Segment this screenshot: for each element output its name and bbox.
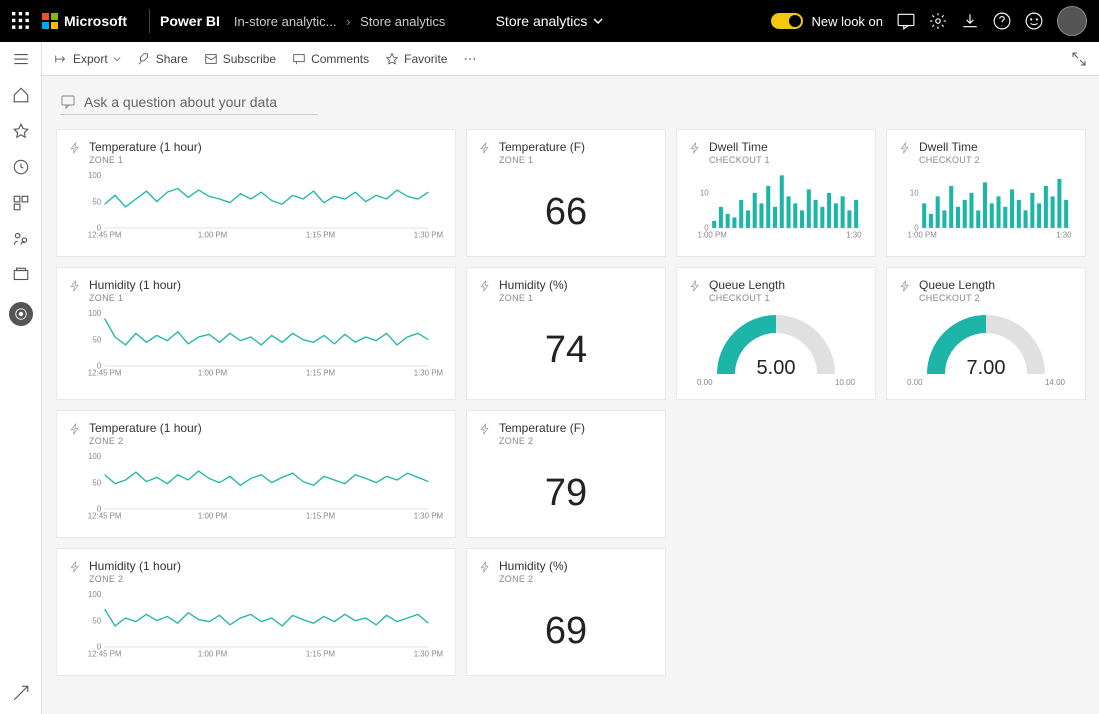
svg-text:1:00 PM: 1:00 PM	[198, 512, 227, 521]
share-button[interactable]: Share	[137, 52, 188, 66]
tile-humpct-zone2[interactable]: Humidity (%)ZONE 269	[466, 548, 666, 676]
svg-text:1:30 PM: 1:30 PM	[414, 512, 443, 521]
dashboard-content: Ask a question about your data Temperatu…	[42, 76, 1099, 688]
fullscreen-icon[interactable]	[1071, 51, 1087, 67]
svg-text:1:15 PM: 1:15 PM	[306, 512, 335, 521]
svg-text:12:45 PM: 12:45 PM	[88, 650, 122, 659]
svg-text:1:15 PM: 1:15 PM	[306, 650, 335, 659]
svg-text:1:00 PM: 1:00 PM	[198, 231, 227, 240]
tile-queue-c1[interactable]: Queue LengthCHECKOUT 1 5.00 0.00 10.00	[676, 267, 876, 400]
svg-text:1:30 PM: 1:30 PM	[414, 650, 443, 659]
recent-icon[interactable]	[12, 158, 30, 176]
subscribe-button[interactable]: Subscribe	[204, 52, 276, 66]
svg-text:5.00: 5.00	[757, 357, 796, 379]
svg-text:1:00 PM: 1:00 PM	[907, 231, 936, 240]
favorite-label: Favorite	[404, 52, 447, 66]
current-workspace-icon[interactable]	[9, 302, 33, 326]
gear-icon[interactable]	[929, 12, 947, 30]
powerbi-label[interactable]: Power BI	[160, 13, 220, 29]
tile-tempf-zone1[interactable]: Temperature (F)ZONE 166	[466, 129, 666, 257]
tile-temp-zone2[interactable]: Temperature (1 hour)ZONE 205010012:45 PM…	[56, 410, 456, 538]
chevron-down-icon	[113, 55, 121, 63]
star-icon[interactable]	[12, 122, 30, 140]
new-look-toggle[interactable]: New look on	[771, 13, 883, 29]
svg-text:1:15 PM: 1:15 PM	[306, 231, 335, 240]
tile-dwell-c1[interactable]: Dwell TimeCHECKOUT 10101:00 PM1:30 PM	[676, 129, 876, 257]
svg-text:50: 50	[92, 197, 101, 206]
hamburger-icon[interactable]	[12, 50, 30, 68]
svg-text:50: 50	[92, 335, 101, 344]
chevron-down-icon	[593, 16, 603, 26]
tile-tempf-zone2[interactable]: Temperature (F)ZONE 279	[466, 410, 666, 538]
dashboard-grid: Temperature (1 hour)ZONE 105010012:45 PM…	[56, 129, 1085, 676]
download-icon[interactable]	[961, 12, 979, 30]
svg-text:10: 10	[910, 189, 919, 198]
help-icon[interactable]	[993, 12, 1011, 30]
svg-text:100: 100	[88, 171, 102, 180]
header-divider	[149, 9, 150, 33]
svg-text:7.00: 7.00	[967, 357, 1006, 379]
get-data-icon[interactable]	[12, 684, 30, 702]
shared-icon[interactable]	[12, 230, 30, 248]
svg-text:1:30 PM: 1:30 PM	[846, 231, 863, 240]
qa-input[interactable]: Ask a question about your data	[60, 94, 318, 115]
side-nav	[0, 42, 42, 714]
header-right-actions: New look on	[771, 6, 1087, 36]
svg-text:100: 100	[88, 590, 102, 599]
export-button[interactable]: Export	[54, 52, 121, 66]
export-label: Export	[73, 52, 108, 66]
dashboard-title-dropdown[interactable]: Store analytics	[496, 13, 604, 29]
dashboard-title: Store analytics	[496, 13, 588, 29]
chevron-right-icon: ›	[346, 14, 350, 29]
svg-text:1:30 PM: 1:30 PM	[1056, 231, 1073, 240]
qa-icon	[60, 94, 76, 110]
more-button[interactable]	[463, 52, 477, 66]
chat-icon[interactable]	[897, 12, 915, 30]
svg-text:1:00 PM: 1:00 PM	[697, 231, 726, 240]
svg-text:1:00 PM: 1:00 PM	[198, 650, 227, 659]
home-icon[interactable]	[12, 86, 30, 104]
breadcrumb-item-2[interactable]: Store analytics	[360, 14, 445, 29]
toggle-pill	[771, 13, 803, 29]
tile-queue-c2[interactable]: Queue LengthCHECKOUT 2 7.00 0.00 14.00	[886, 267, 1086, 400]
qa-placeholder: Ask a question about your data	[84, 94, 277, 110]
svg-text:12:45 PM: 12:45 PM	[88, 369, 122, 378]
comments-button[interactable]: Comments	[292, 52, 369, 66]
user-avatar[interactable]	[1057, 6, 1087, 36]
microsoft-label: Microsoft	[64, 13, 127, 29]
svg-text:12:45 PM: 12:45 PM	[88, 512, 122, 521]
new-look-label: New look on	[811, 14, 883, 29]
workspaces-icon[interactable]	[12, 266, 30, 284]
svg-text:1:30 PM: 1:30 PM	[414, 231, 443, 240]
svg-text:1:15 PM: 1:15 PM	[306, 369, 335, 378]
global-header: Microsoft Power BI In-store analytic... …	[0, 0, 1099, 42]
tile-hum-zone2[interactable]: Humidity (1 hour)ZONE 205010012:45 PM1:0…	[56, 548, 456, 676]
svg-text:50: 50	[92, 616, 101, 625]
svg-text:100: 100	[88, 452, 102, 461]
breadcrumb-item-1[interactable]: In-store analytic...	[234, 14, 337, 29]
svg-text:1:30 PM: 1:30 PM	[414, 369, 443, 378]
tile-humpct-zone1[interactable]: Humidity (%)ZONE 174	[466, 267, 666, 400]
microsoft-logo[interactable]: Microsoft	[42, 13, 127, 29]
share-label: Share	[156, 52, 188, 66]
subscribe-label: Subscribe	[223, 52, 276, 66]
app-launcher-icon[interactable]	[12, 12, 30, 30]
action-bar: Export Share Subscribe Comments Favorite	[42, 42, 1099, 76]
feedback-icon[interactable]	[1025, 12, 1043, 30]
breadcrumb: In-store analytic... › Store analytics	[234, 14, 445, 29]
svg-text:50: 50	[92, 478, 101, 487]
comments-label: Comments	[311, 52, 369, 66]
tile-hum-zone1[interactable]: Humidity (1 hour)ZONE 105010012:45 PM1:0…	[56, 267, 456, 400]
tile-temp-zone1[interactable]: Temperature (1 hour)ZONE 105010012:45 PM…	[56, 129, 456, 257]
favorite-button[interactable]: Favorite	[385, 52, 447, 66]
apps-icon[interactable]	[12, 194, 30, 212]
svg-text:12:45 PM: 12:45 PM	[88, 231, 122, 240]
svg-text:10: 10	[700, 189, 709, 198]
svg-text:1:00 PM: 1:00 PM	[198, 369, 227, 378]
tile-dwell-c2[interactable]: Dwell TimeCHECKOUT 20101:00 PM1:30 PM	[886, 129, 1086, 257]
svg-text:100: 100	[88, 309, 102, 318]
